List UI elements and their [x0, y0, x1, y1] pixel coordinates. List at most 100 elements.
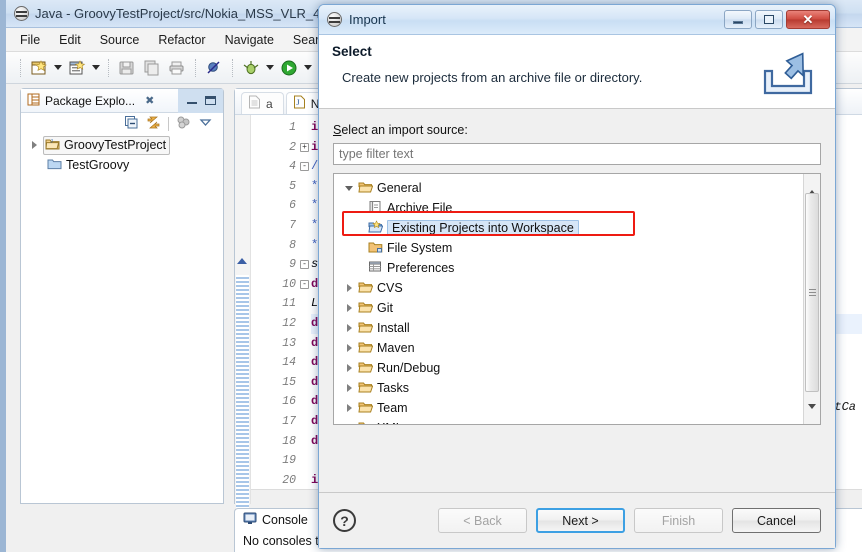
link-with-editor-icon[interactable] — [146, 115, 161, 133]
debug-dropdown-arrow[interactable] — [265, 57, 275, 79]
expand-arrow-icon[interactable] — [344, 384, 354, 392]
tree-item[interactable]: XML — [334, 418, 802, 425]
scroll-down-icon — [808, 409, 816, 423]
tree-item[interactable]: Maven — [334, 338, 802, 358]
line-number: 12 — [282, 316, 296, 330]
line-number: 7 — [289, 218, 296, 232]
debug-icon[interactable] — [240, 57, 262, 79]
expand-arrow-icon[interactable] — [344, 284, 354, 292]
tree-item[interactable]: Archive File — [334, 198, 802, 218]
expand-arrow-icon[interactable] — [344, 404, 354, 412]
tree-item[interactable]: Install — [334, 318, 802, 338]
menu-source[interactable]: Source — [100, 33, 140, 47]
tree-item[interactable]: Tasks — [334, 378, 802, 398]
package-explorer-toolbar — [21, 113, 223, 135]
tab-package-explorer[interactable]: Package Explo... ✖ — [27, 93, 154, 109]
tree-item-label: Tasks — [377, 381, 409, 395]
fold-collapse-icon[interactable]: - — [300, 279, 309, 289]
new-wizard-icon[interactable] — [28, 57, 50, 79]
folder-open-icon — [358, 420, 373, 424]
tree-item-label: Run/Debug — [377, 361, 441, 375]
dialog-window-controls: ✕ — [724, 10, 830, 29]
tree-item[interactable]: General — [334, 178, 802, 198]
expand-arrow-icon[interactable] — [344, 424, 354, 425]
line-number: 11 — [282, 297, 296, 311]
help-button[interactable]: ? — [333, 509, 356, 532]
run-icon[interactable] — [278, 57, 300, 79]
fold-collapse-icon[interactable]: - — [300, 162, 309, 172]
quick-diff-marker-icon — [237, 258, 247, 264]
dialog-body: Select an import source: General Archive … — [319, 109, 835, 425]
tree-item[interactable]: File System — [334, 238, 802, 258]
collapse-arrow-icon[interactable] — [344, 186, 354, 191]
expand-arrow-icon[interactable] — [344, 364, 354, 372]
line-number-gutter: 12+4-56789-10-11121314151617181920212223… — [251, 115, 309, 545]
menu-refactor[interactable]: Refactor — [158, 33, 205, 47]
import-source-tree[interactable]: General Archive File Existing Projects int… — [333, 173, 821, 425]
minimize-button[interactable] — [724, 10, 752, 29]
fold-expand-icon[interactable]: + — [300, 142, 309, 152]
annotation-ruler[interactable] — [235, 115, 251, 552]
eclipse-logo-icon — [327, 12, 342, 27]
tree-item[interactable]: Preferences — [334, 258, 802, 278]
scroll-down-button[interactable] — [804, 407, 820, 424]
scrollbar-grip-icon — [808, 287, 816, 298]
tab-console-label: Console — [262, 513, 308, 527]
minimize-icon[interactable] — [187, 101, 197, 104]
view-menu-icon[interactable] — [198, 117, 213, 131]
tree-item[interactable]: CVS — [334, 278, 802, 298]
close-icon[interactable]: ✖ — [145, 94, 154, 107]
maximize-icon[interactable] — [205, 96, 216, 105]
line-number: 15 — [282, 375, 296, 389]
scroll-up-button[interactable] — [804, 174, 820, 191]
filter-input[interactable] — [333, 143, 821, 165]
line-number: 19 — [282, 454, 296, 468]
close-icon: ✕ — [802, 12, 814, 27]
scroll-up-icon — [808, 176, 816, 190]
tree-item-label: Maven — [377, 341, 415, 355]
toolbar-separator — [20, 58, 21, 77]
list-item-label: GroovyTestProject — [64, 138, 167, 152]
list-item[interactable]: J GroovyTestProject — [21, 135, 223, 155]
toolbar-separator — [108, 58, 109, 77]
minimize-icon — [733, 21, 743, 24]
expand-arrow-icon[interactable] — [29, 141, 39, 149]
tree-item[interactable]: Existing Projects into Workspace — [334, 218, 802, 238]
maximize-button[interactable] — [755, 10, 783, 29]
finish-button: Finish — [634, 508, 723, 533]
groovy-file-icon: J — [293, 95, 306, 112]
file-icon — [248, 95, 261, 112]
skip-all-breakpoints-icon[interactable] — [203, 57, 225, 79]
collapse-all-icon[interactable] — [124, 115, 139, 133]
list-item[interactable]: TestGroovy — [21, 155, 223, 175]
scrollbar-thumb[interactable] — [805, 193, 819, 392]
selected-item-wrapper[interactable]: J GroovyTestProject — [43, 135, 171, 155]
next-button[interactable]: Next > — [536, 508, 625, 533]
new-dropdown-arrow[interactable] — [53, 57, 63, 79]
tree-vertical-scrollbar[interactable] — [803, 174, 820, 424]
expand-arrow-icon[interactable] — [344, 304, 354, 312]
tree-item[interactable]: Git — [334, 298, 802, 318]
line-number: 18 — [282, 434, 296, 448]
new-java-project-icon[interactable] — [66, 57, 88, 79]
editor-tab-a[interactable]: a — [241, 92, 284, 114]
tree-item[interactable]: Team — [334, 398, 802, 418]
import-dialog: Import ✕ Select Create new projects from… — [318, 4, 836, 549]
tree-item-label: Team — [377, 401, 408, 415]
archive-file-icon — [368, 200, 383, 217]
tree-item[interactable]: Run/Debug — [334, 358, 802, 378]
expand-arrow-icon[interactable] — [344, 344, 354, 352]
tree-item-label: File System — [387, 241, 453, 255]
menu-file[interactable]: File — [20, 33, 40, 47]
preferences-icon — [368, 260, 383, 277]
fold-collapse-icon[interactable]: - — [300, 260, 309, 270]
expand-arrow-icon[interactable] — [344, 324, 354, 332]
new-java-dropdown-arrow[interactable] — [91, 57, 101, 79]
close-button[interactable]: ✕ — [786, 10, 830, 29]
menu-navigate[interactable]: Navigate — [225, 33, 274, 47]
line-number: 17 — [282, 414, 296, 428]
run-dropdown-arrow[interactable] — [303, 57, 313, 79]
menu-edit[interactable]: Edit — [59, 33, 81, 47]
cancel-button[interactable]: Cancel — [732, 508, 821, 533]
tree-item-label: XML — [377, 421, 403, 424]
